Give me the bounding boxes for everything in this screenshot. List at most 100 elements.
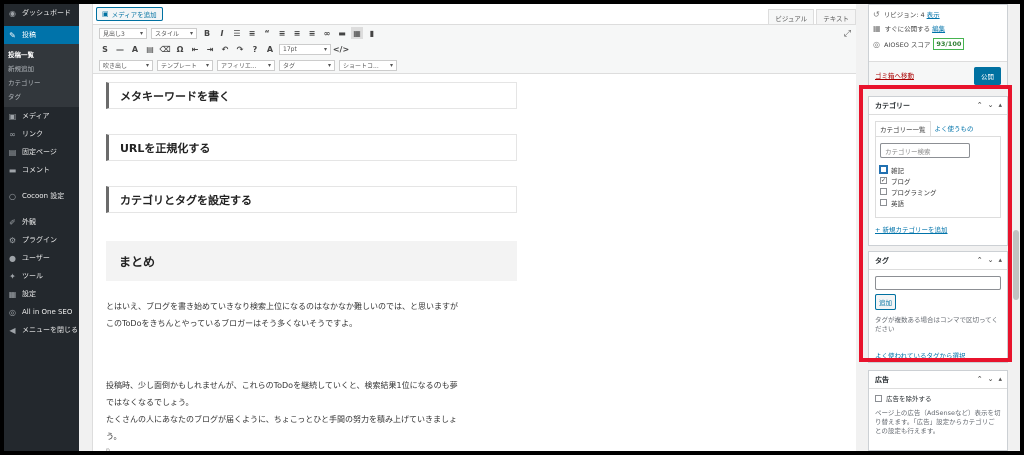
publish-button[interactable]: 公開 (974, 67, 1001, 85)
sidebar-item-cocoon[interactable]: ○ Cocoon 設定 (4, 187, 79, 205)
paragraph-line[interactable]: ではなくなるでしょう。 (106, 394, 526, 411)
sidebar-collapse-menu[interactable]: ◀ メニューを閉じる (4, 321, 79, 339)
category-box-header[interactable]: カテゴリー ⌃ ⌄ ▴ (869, 97, 1007, 115)
move-up-icon[interactable]: ⌃ (977, 256, 983, 264)
submenu-categories[interactable]: カテゴリー (4, 75, 79, 89)
box-controls: ⌃ ⌄ ▴ (972, 256, 1002, 264)
category-checkbox[interactable] (880, 166, 887, 173)
toolbar-toggle-icon[interactable]: ▦ (351, 27, 363, 39)
format-select[interactable]: 見出し3 ▾ (99, 27, 147, 39)
move-down-icon[interactable]: ⌄ (988, 256, 994, 264)
add-media-button[interactable]: ▣ メディアを追加 (96, 7, 163, 21)
revisions-link[interactable]: 表示 (927, 9, 940, 19)
paragraph-line[interactable]: このToDoをきちんとやっているブロガーはそう多くないそうですよ。 (106, 315, 526, 332)
sidebar-item-aioseo[interactable]: ◎ All in One SEO (4, 303, 79, 321)
clear-format-icon[interactable]: ⌫ (159, 43, 171, 55)
sidebar-item-comments[interactable]: ▬ コメント (4, 161, 79, 179)
category-item[interactable]: 英語 (880, 197, 996, 208)
move-down-icon[interactable]: ⌄ (988, 375, 994, 383)
fullscreen-icon[interactable]: ⤢ (844, 29, 851, 39)
text-color-icon[interactable]: A (129, 43, 141, 55)
help-icon[interactable]: ? (249, 43, 261, 55)
redo-icon[interactable]: ↷ (234, 43, 246, 55)
tag-input[interactable] (875, 276, 1001, 290)
sidebar-item-plugins[interactable]: ⚙ プラグイン (4, 231, 79, 249)
paste-text-icon[interactable]: ▤ (144, 43, 156, 55)
sidebar-item-users[interactable]: ● ユーザー (4, 249, 79, 267)
copy-icon[interactable]: ▮ (366, 27, 378, 39)
tab-popular-categories[interactable]: よく使うもの (931, 121, 978, 136)
move-down-icon[interactable]: ⌄ (988, 101, 994, 109)
category-item[interactable]: プログラミング (880, 186, 996, 197)
category-search-input[interactable]: カテゴリー検索 (880, 143, 970, 158)
sidebar-item-dashboard[interactable]: ◉ ダッシュボード (4, 4, 79, 22)
tag-box-header[interactable]: タグ ⌃ ⌄ ▴ (869, 252, 1007, 270)
font-size-select[interactable]: 17pt ▾ (279, 43, 331, 55)
strikethrough-icon[interactable]: S (99, 43, 111, 55)
add-tag-button[interactable]: 追加 (875, 294, 896, 310)
heading-canonical-url[interactable]: URLを正規化する (106, 134, 517, 161)
sidebar-item-appearance[interactable]: ✐ 外観 (4, 213, 79, 231)
heading-meta-keywords[interactable]: メタキーワードを書く (106, 82, 517, 109)
hr-icon[interactable]: — (114, 43, 126, 55)
tag-select[interactable]: タグ ▾ (279, 59, 335, 71)
submenu-tags[interactable]: タグ (4, 89, 79, 103)
paragraph-line[interactable]: 投稿時、少し面倒かもしれませんが、これらのToDoを継続していくと、検索結果1位… (106, 377, 526, 394)
template-select[interactable]: テンプレート ▾ (157, 59, 213, 71)
outdent-icon[interactable]: ⇤ (189, 43, 201, 55)
align-center-icon[interactable]: ≡ (291, 27, 303, 39)
schedule-edit-link[interactable]: 編集 (932, 23, 945, 33)
more-tag-icon[interactable]: ▬ (336, 27, 348, 39)
heading-category-tags[interactable]: カテゴリとタグを設定する (106, 186, 517, 213)
exclude-ads-checkbox[interactable] (875, 394, 882, 402)
code-icon[interactable]: </> (333, 43, 349, 55)
heading-summary[interactable]: まとめ (106, 241, 517, 281)
move-up-icon[interactable]: ⌃ (977, 101, 983, 109)
trash-link[interactable]: ゴミ箱へ移動 (875, 70, 914, 80)
ad-box-header[interactable]: 広告 ⌃ ⌄ ▴ (869, 371, 1007, 389)
tab-all-categories[interactable]: カテゴリー一覧 (875, 121, 931, 136)
editor-content[interactable]: メタキーワードを書く URLを正規化する カテゴリとタグを設定する まとめ とは… (93, 76, 857, 451)
category-item[interactable]: ✓ ブログ (880, 175, 996, 186)
link-icon[interactable]: ∞ (321, 27, 333, 39)
bold-icon[interactable]: B (201, 27, 213, 39)
sidebar-item-tools[interactable]: ✦ ツール (4, 267, 79, 285)
sidebar-item-media[interactable]: ▣ メディア (4, 107, 79, 125)
toggle-icon[interactable]: ▴ (998, 256, 1002, 264)
page-scrollbar[interactable] (1012, 4, 1020, 451)
numbered-list-icon[interactable]: ≡ (246, 27, 258, 39)
bg-color-icon[interactable]: A (264, 43, 276, 55)
category-checkbox-checked[interactable]: ✓ (880, 177, 887, 184)
style-select[interactable]: スタイル ▾ (151, 27, 197, 39)
indent-icon[interactable]: ⇥ (204, 43, 216, 55)
undo-icon[interactable]: ↶ (219, 43, 231, 55)
sidebar-item-posts[interactable]: ✎ 投稿 (4, 26, 79, 44)
paragraph-line[interactable]: たくさんの人にあなたのブログが届くように、ちょこっとひと手間の努力を積み上げてい… (106, 411, 526, 428)
paragraph-line[interactable]: とはいえ、ブログを書き始めていきなり検索上位になるのはなかなか難しいのでは、と思… (106, 298, 526, 315)
scrollbar-thumb[interactable] (1013, 230, 1019, 300)
category-checkbox[interactable] (880, 188, 887, 195)
italic-icon[interactable]: I (216, 27, 228, 39)
sidebar-item-pages[interactable]: ▤ 固定ページ (4, 143, 79, 161)
popular-tags-link[interactable]: よく使われているタグから選択 (869, 336, 1007, 360)
sidebar-item-settings[interactable]: ▦ 設定 (4, 285, 79, 303)
sidebar-item-links[interactable]: ∞ リンク (4, 125, 79, 143)
toggle-icon[interactable]: ▴ (998, 101, 1002, 109)
aioseo-score-badge[interactable]: 93/100 (933, 38, 965, 50)
special-char-icon[interactable]: Ω (174, 43, 186, 55)
blockquote-icon[interactable]: “ (261, 27, 273, 39)
add-new-category-link[interactable]: + 新規カテゴリーを追加 (869, 218, 1007, 240)
balloon-select[interactable]: 吹き出し ▾ (99, 59, 153, 71)
move-up-icon[interactable]: ⌃ (977, 375, 983, 383)
affiliate-select[interactable]: アフィリエ... ▾ (217, 59, 275, 71)
submenu-add-new[interactable]: 新規追加 (4, 61, 79, 75)
exclude-ads-row[interactable]: 広告を除外する (869, 389, 1007, 407)
bullet-list-icon[interactable]: ☰ (231, 27, 243, 39)
category-item[interactable]: 雑記 (880, 164, 996, 175)
toggle-icon[interactable]: ▴ (998, 375, 1002, 383)
category-checkbox[interactable] (880, 199, 887, 206)
align-left-icon[interactable]: ≡ (276, 27, 288, 39)
align-right-icon[interactable]: ≡ (306, 27, 318, 39)
shortcode-select[interactable]: ショートコ... ▾ (339, 59, 397, 71)
submenu-all-posts[interactable]: 投稿一覧 (4, 47, 79, 61)
